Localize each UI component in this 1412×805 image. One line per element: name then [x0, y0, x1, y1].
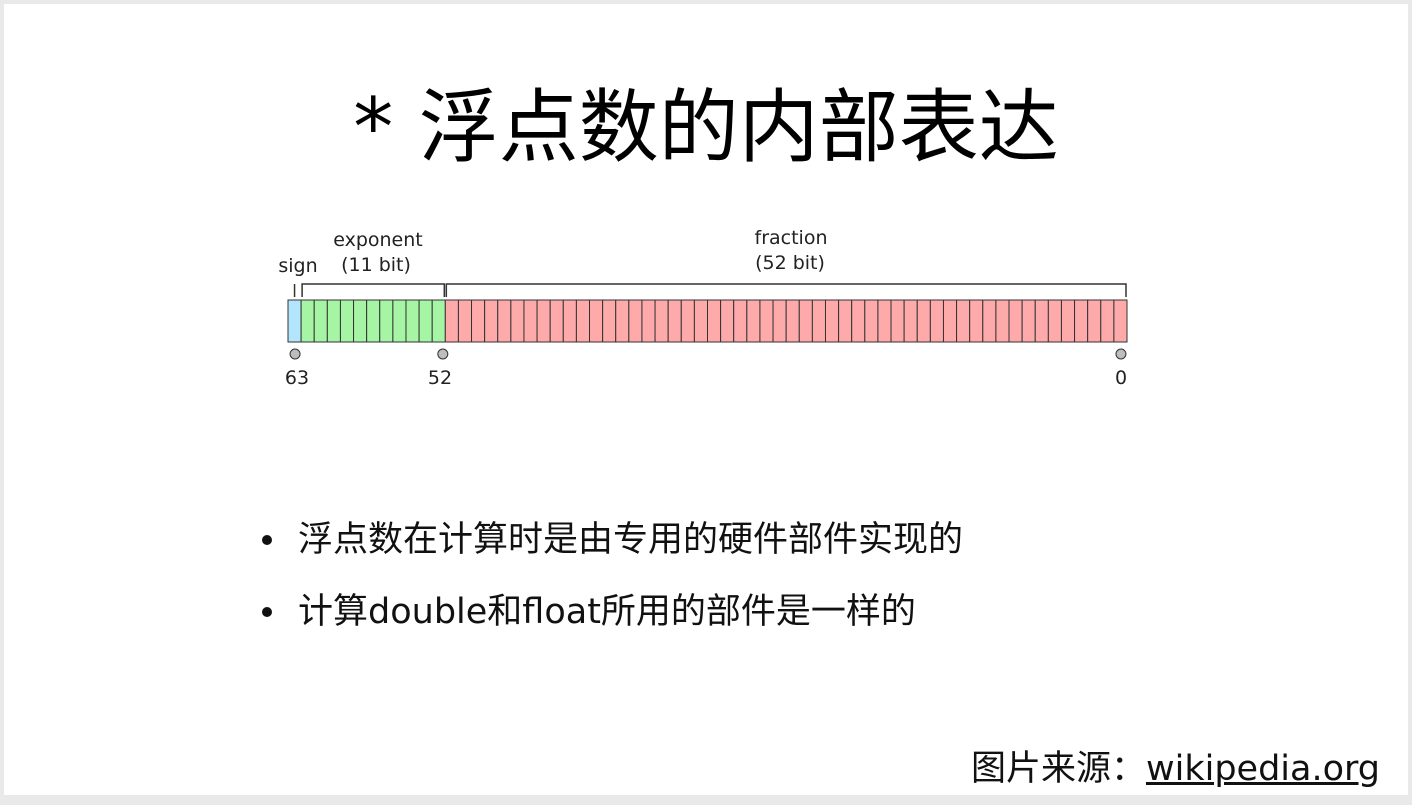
bit-cells [287, 299, 1128, 343]
bit-cell-exponent [431, 299, 446, 343]
bit-cell-fraction [942, 299, 958, 343]
bit-cell-exponent [313, 299, 328, 343]
bit-cell-fraction [929, 299, 944, 343]
bit-marker-63: 63 [285, 367, 309, 389]
bit-cell-fraction [916, 299, 931, 343]
bit-cell-fraction [589, 299, 604, 343]
bit-cell-fraction [824, 299, 840, 343]
bullet-item: 浮点数在计算时是由专用的硬件部件实现的 [258, 504, 963, 576]
brace-fraction [445, 283, 1127, 297]
marker-63-icon [289, 348, 301, 360]
brace-exponent [301, 283, 446, 297]
bit-cell-fraction [615, 299, 630, 343]
bit-cell-fraction [1060, 299, 1076, 343]
bit-cell-fraction [1021, 299, 1036, 343]
bit-cell-exponent [405, 299, 420, 343]
bit-cell-fraction [680, 299, 695, 343]
bit-cell-fraction [654, 299, 669, 343]
bit-cell-fraction [746, 299, 761, 343]
fraction-bits-label: (52 bit) [755, 252, 825, 274]
bit-cell-fraction [471, 299, 486, 343]
bit-cell-fraction [707, 299, 722, 343]
exponent-label: exponent [333, 229, 423, 251]
bit-cell-fraction [798, 299, 813, 343]
bit-cell-fraction [1034, 299, 1049, 343]
bit-cell-fraction [457, 299, 473, 343]
image-source: 图片来源：wikipedia.org [971, 744, 1380, 794]
bit-cell-exponent [326, 299, 341, 343]
bit-marker-52: 52 [428, 367, 452, 389]
bit-cell-fraction [720, 299, 735, 343]
bit-cell-fraction [641, 299, 656, 343]
bit-cell-fraction [772, 299, 787, 343]
source-label: 图片来源： [970, 749, 1146, 789]
bit-cell-fraction [1047, 299, 1062, 343]
bit-cell-fraction [1100, 299, 1115, 343]
sign-label: sign [278, 255, 317, 277]
bit-cell-fraction [982, 299, 997, 343]
ieee754-double-diagram: sign exponent (11 bit) fraction (52 bit)… [278, 227, 1128, 389]
bit-cell-exponent [366, 299, 381, 343]
field-braces [293, 283, 1127, 297]
bit-cell-fraction [562, 299, 577, 343]
bit-cell-fraction [628, 299, 643, 343]
bit-marker-0: 0 [1115, 367, 1127, 389]
bit-cell-fraction [864, 299, 879, 343]
bit-cell-fraction [484, 299, 499, 343]
bit-cell-fraction [510, 299, 525, 343]
source-link[interactable]: wikipedia.org [1146, 749, 1380, 789]
bit-cell-fraction [877, 299, 892, 343]
bit-cell-exponent [379, 299, 394, 343]
bit-markers [289, 348, 1127, 360]
bit-cell-exponent [392, 299, 407, 343]
bit-cell-fraction [733, 299, 748, 343]
bit-cell-fraction [759, 299, 774, 343]
bullet-text: 计算double和float所用的部件是一样的 [298, 592, 916, 632]
bit-cell-fraction [1087, 299, 1102, 343]
bullet-item: 计算double和float所用的部件是一样的 [258, 576, 963, 648]
bit-cell-fraction [903, 299, 918, 343]
bit-cell-exponent [353, 299, 368, 343]
bullet-list: 浮点数在计算时是由专用的硬件部件实现的 计算double和float所用的部件是… [258, 504, 963, 648]
bit-cell-fraction [838, 299, 853, 343]
bullet-dot-icon [262, 607, 272, 617]
bit-cell-fraction [444, 299, 459, 343]
bit-cell-fraction [785, 299, 800, 343]
bit-cell-fraction [956, 299, 971, 343]
bit-cell-fraction [1008, 299, 1023, 343]
bit-cell-fraction [811, 299, 826, 343]
bit-cell-exponent [300, 299, 315, 343]
marker-52-icon [437, 348, 449, 360]
bit-cell-fraction [890, 299, 905, 343]
bullet-dot-icon [262, 535, 272, 545]
bit-cell-fraction [969, 299, 984, 343]
bit-cell-fraction [602, 299, 617, 343]
bit-cell-fraction [1113, 299, 1128, 343]
bit-cell-exponent [418, 299, 433, 343]
exponent-bits-label: (11 bit) [341, 254, 411, 276]
bit-cell-fraction [549, 299, 564, 343]
marker-0-icon [1115, 348, 1127, 360]
bit-cell-sign [287, 299, 302, 343]
bit-cell-fraction [536, 299, 551, 343]
bit-cell-fraction [693, 299, 708, 343]
fraction-label: fraction [755, 227, 828, 249]
bit-cell-exponent [339, 299, 355, 343]
bit-cell-fraction [497, 299, 512, 343]
bit-cell-fraction [667, 299, 682, 343]
bit-cell-fraction [851, 299, 866, 343]
bit-cell-fraction [1074, 299, 1089, 343]
bullet-text: 浮点数在计算时是由专用的硬件部件实现的 [298, 520, 964, 560]
bit-cell-fraction [995, 299, 1010, 343]
bit-cell-fraction [523, 299, 538, 343]
bit-cell-fraction [575, 299, 591, 343]
